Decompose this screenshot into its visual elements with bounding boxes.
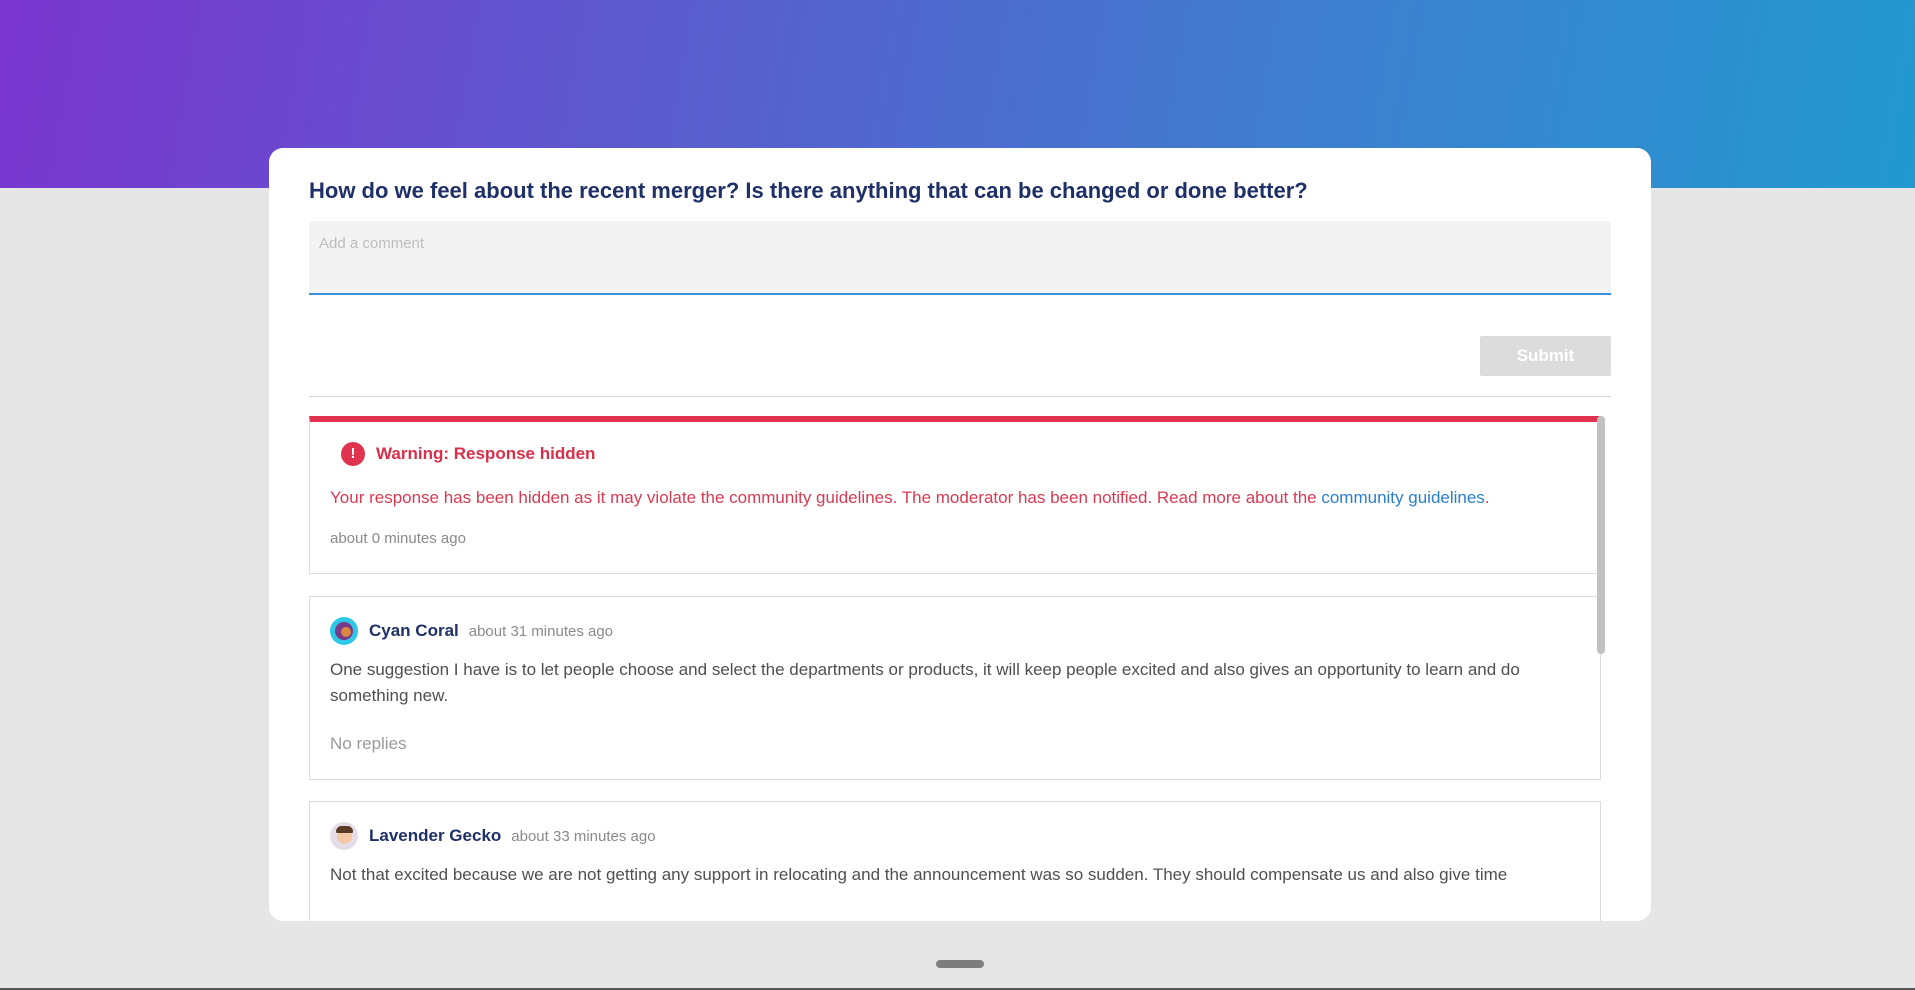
- warning-header: ! Warning: Response hidden: [341, 442, 595, 466]
- comment-input[interactable]: [309, 221, 1611, 295]
- divider: [309, 396, 1611, 397]
- warning-timestamp: about 0 minutes ago: [330, 530, 466, 547]
- comment-author: Cyan Coral: [369, 621, 459, 640]
- comment-text: Not that excited because we are not gett…: [330, 865, 1508, 884]
- community-guidelines-link[interactable]: community guidelines: [1321, 488, 1484, 507]
- warning-title: Warning: Response hidden: [376, 444, 596, 463]
- drag-handle[interactable]: [936, 960, 984, 968]
- comment-header: Cyan Coral about 31 minutes ago: [330, 617, 613, 645]
- comments-feed[interactable]: ! Warning: Response hidden Your response…: [309, 416, 1611, 921]
- comment-item: Lavender Gecko about 33 minutes ago Not …: [309, 801, 1601, 921]
- warning-message-text: Your response has been hidden as it may …: [330, 488, 1322, 507]
- comment-time: about 31 minutes ago: [468, 622, 614, 640]
- avatar-hair: [336, 826, 353, 833]
- question-title: How do we feel about the recent merger? …: [309, 178, 1308, 203]
- warning-message-end: .: [1484, 488, 1490, 507]
- avatar: [330, 822, 358, 850]
- replies-count[interactable]: No replies: [330, 734, 407, 754]
- comment-author: Lavender Gecko: [369, 826, 502, 845]
- alert-icon: !: [341, 442, 365, 466]
- warning-message: Your response has been hidden as it may …: [330, 488, 1490, 508]
- avatar: [330, 617, 358, 645]
- avatar-skin: [341, 627, 351, 637]
- comment-time: about 33 minutes ago: [511, 827, 656, 845]
- comment-item: Cyan Coral about 31 minutes ago One sugg…: [309, 596, 1601, 780]
- hidden-response-warning: ! Warning: Response hidden Your response…: [309, 416, 1601, 574]
- comment-text: One suggestion I have is to let people c…: [330, 660, 1520, 705]
- comment-header: Lavender Gecko about 33 minutes ago: [330, 822, 656, 850]
- submit-button[interactable]: Submit: [1480, 336, 1611, 376]
- feed-scrollbar[interactable]: [1597, 416, 1605, 654]
- question-card: How do we feel about the recent merger? …: [269, 148, 1651, 921]
